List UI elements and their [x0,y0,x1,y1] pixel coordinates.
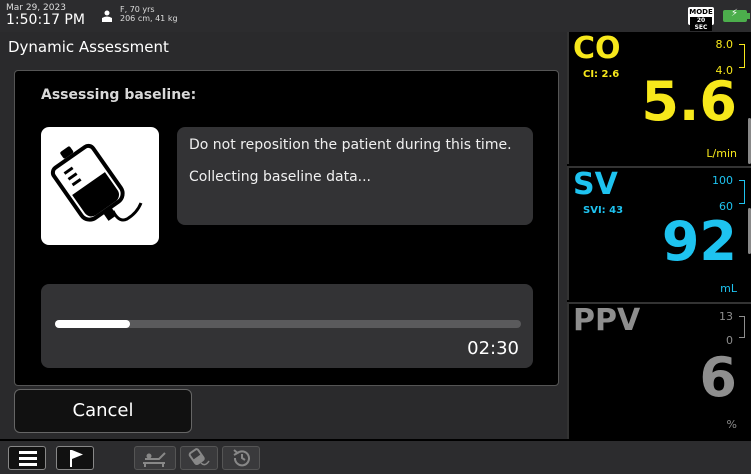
bed-icon [143,452,166,467]
patient-info[interactable]: F, 70 yrs 206 cm, 41 kg [120,5,178,23]
assessment-heading: Assessing baseline: [41,87,197,103]
menu-icon [19,451,37,466]
patient-demographics: F, 70 yrs [120,5,155,14]
sv-unit: mL [720,282,737,295]
mode-badge[interactable]: MODE 20 SEC [688,7,714,31]
co-target-high: 8.0 [715,38,734,51]
ppv-target-high: 13 [719,310,733,323]
bed-position-button[interactable] [134,446,176,470]
reposition-warning: Do not reposition the patient during thi… [189,137,512,153]
co-parameter-tile[interactable]: CO CI: 2.6 8.0 4.0 5.6 L/min [567,31,751,164]
ppv-parameter-tile[interactable]: PPV 13 0 6 % [567,302,751,439]
battery-charging-icon: ⚡ [723,8,750,22]
patient-measurements: 206 cm, 41 kg [120,14,178,23]
flag-icon [70,450,83,467]
iv-bag-icon [188,448,210,466]
cancel-button[interactable]: Cancel [14,389,192,433]
mode-label: MODE [689,8,713,16]
sv-target-high: 100 [712,174,733,187]
bottom-toolbar [0,441,751,474]
sv-target-bracket [739,180,745,204]
sv-parameter-tile[interactable]: SV SVI: 43 100 60 92 mL [567,166,751,300]
iv-bag-icon [41,127,159,245]
co-label: CO [573,31,621,66]
status-bar: Mar 29, 2023 1:50:17 PM F, 70 yrs 206 cm… [0,0,751,32]
fluid-button[interactable] [180,446,218,470]
progress-panel: 02:30 [41,284,533,368]
ppv-target-bracket [739,316,745,338]
history-button[interactable] [222,446,260,470]
svi-label: SVI: 43 [583,205,624,216]
sv-label: SV [573,167,618,202]
progress-bar [55,320,521,328]
instruction-message: Do not reposition the patient during thi… [177,127,533,225]
co-value: 5.6 [641,70,737,133]
progress-fill [55,320,130,328]
patient-icon [102,10,112,22]
history-icon [233,449,250,467]
ppv-unit: % [726,418,737,431]
collecting-status: Collecting baseline data... [189,169,371,185]
sv-value: 92 [661,210,737,273]
ppv-label: PPV [573,303,641,338]
flag-button[interactable] [56,446,94,470]
ppv-value: 6 [699,346,737,409]
ci-label: CI: 2.6 [583,69,620,80]
assessment-content: Assessing baseline: Do not reposition th… [14,70,559,386]
co-unit: L/min [706,147,737,160]
co-target-bracket [739,44,745,68]
time-label: 1:50:17 PM [6,12,85,28]
menu-button[interactable] [8,446,46,470]
dynamic-assessment-panel: Dynamic Assessment Assessing baseline: D… [0,32,567,439]
mode-value: 20 SEC [690,17,712,31]
countdown-timer: 02:30 [467,338,519,359]
panel-title: Dynamic Assessment [8,38,169,56]
